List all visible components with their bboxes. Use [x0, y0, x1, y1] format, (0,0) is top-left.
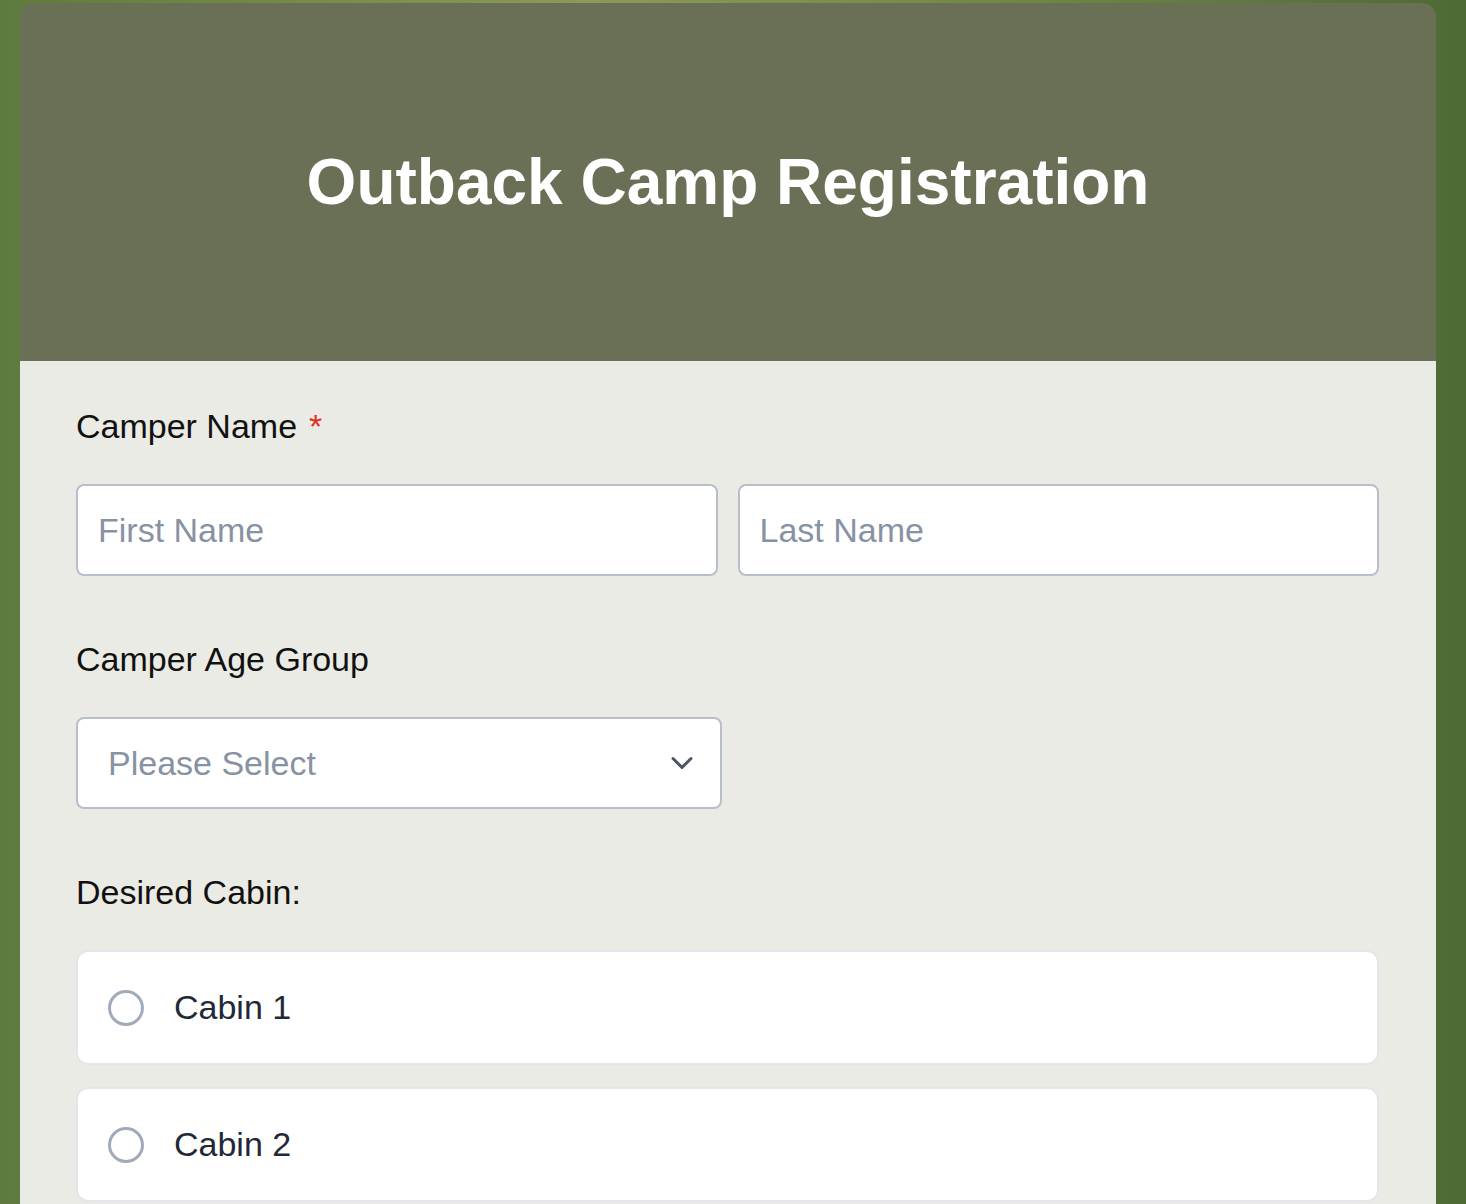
radio-button[interactable]	[108, 1127, 144, 1163]
field-label: Camper Name*	[76, 405, 1379, 447]
name-row	[76, 484, 1379, 576]
form-body: Camper Name* Camper Age Group Please Selec…	[20, 361, 1436, 1204]
form-header: Outback Camp Registration	[20, 3, 1436, 361]
radio-button[interactable]	[108, 990, 144, 1026]
field-label: Camper Age Group	[76, 638, 1379, 680]
cabin-option[interactable]: Cabin 1	[76, 950, 1379, 1065]
chevron-down-icon	[664, 745, 700, 781]
cabin-option[interactable]: Cabin 2	[76, 1087, 1379, 1202]
age-field: Camper Age Group Please Select	[76, 638, 1379, 809]
field-label: Desired Cabin:	[76, 871, 1379, 913]
cabin-field: Desired Cabin: Cabin 1 Cabin 2	[76, 871, 1379, 1202]
form-title: Outback Camp Registration	[307, 145, 1150, 219]
first-name-input[interactable]	[76, 484, 718, 576]
registration-card: Outback Camp RegistrationCamper Name*Cam…	[20, 3, 1436, 1204]
age-select[interactable]: Please Select	[76, 717, 722, 809]
cabin-options: Cabin 1 Cabin 2	[76, 950, 1379, 1202]
page: Outback Camp RegistrationCamper Name*Cam…	[0, 0, 1466, 1204]
last-name-input[interactable]	[738, 484, 1380, 576]
name-field: Camper Name*	[76, 405, 1379, 576]
required-mark: *	[309, 405, 322, 447]
